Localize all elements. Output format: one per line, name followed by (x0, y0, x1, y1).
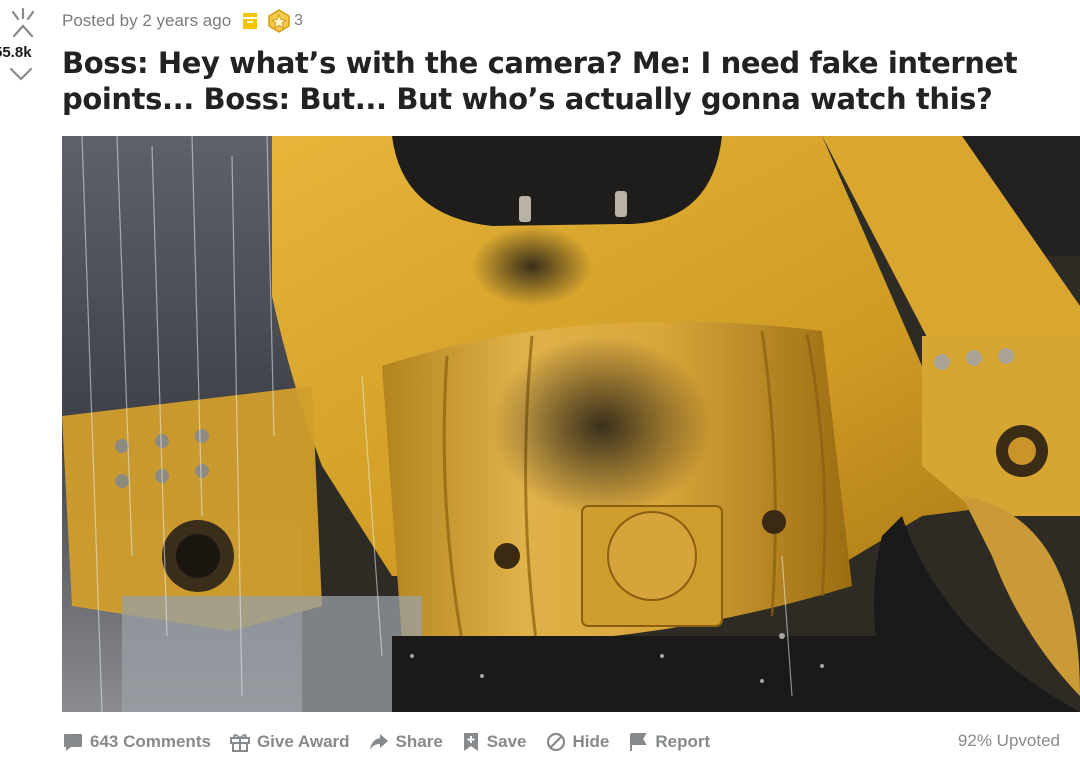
posted-by-text: Posted by 2 years ago (62, 11, 232, 30)
badge-award-icon (268, 9, 290, 33)
comments-button[interactable]: 643 Comments (62, 731, 211, 753)
post-image[interactable] (62, 136, 1080, 712)
share-icon (369, 734, 388, 750)
report-button[interactable]: Report (627, 731, 710, 753)
hide-icon (546, 732, 565, 752)
share-button[interactable]: Share (368, 731, 443, 753)
comments-label: 643 Comments (90, 732, 211, 751)
share-label: Share (395, 732, 443, 751)
upvote-icon[interactable] (6, 6, 40, 40)
hide-label: Hide (572, 732, 610, 751)
save-button[interactable]: Save (461, 731, 527, 753)
award-count: 3 (294, 12, 304, 29)
vote-column: 55.8k (0, 0, 56, 100)
post-title[interactable]: Boss: Hey what’s with the camera? Me: I … (62, 45, 1072, 117)
hide-button[interactable]: Hide (545, 731, 610, 753)
vote-score: 55.8k (0, 44, 32, 61)
post-actions: 643 Comments Give Award Share Save Hide (62, 726, 728, 758)
machinery-photo (62, 136, 1080, 712)
comment-icon (64, 734, 82, 751)
gift-icon (229, 734, 250, 752)
give-award-label: Give Award (256, 732, 350, 751)
save-icon (463, 733, 478, 751)
downvote-icon[interactable] (8, 66, 34, 82)
post-meta: Posted by 2 years ago 3 (62, 9, 303, 33)
give-award-button[interactable]: Give Award (229, 731, 350, 753)
gold-award-icon (243, 13, 258, 29)
report-icon (630, 733, 648, 751)
report-label: Report (655, 732, 711, 751)
save-label: Save (486, 732, 527, 751)
upvote-ratio: 92% Upvoted (957, 731, 1060, 750)
